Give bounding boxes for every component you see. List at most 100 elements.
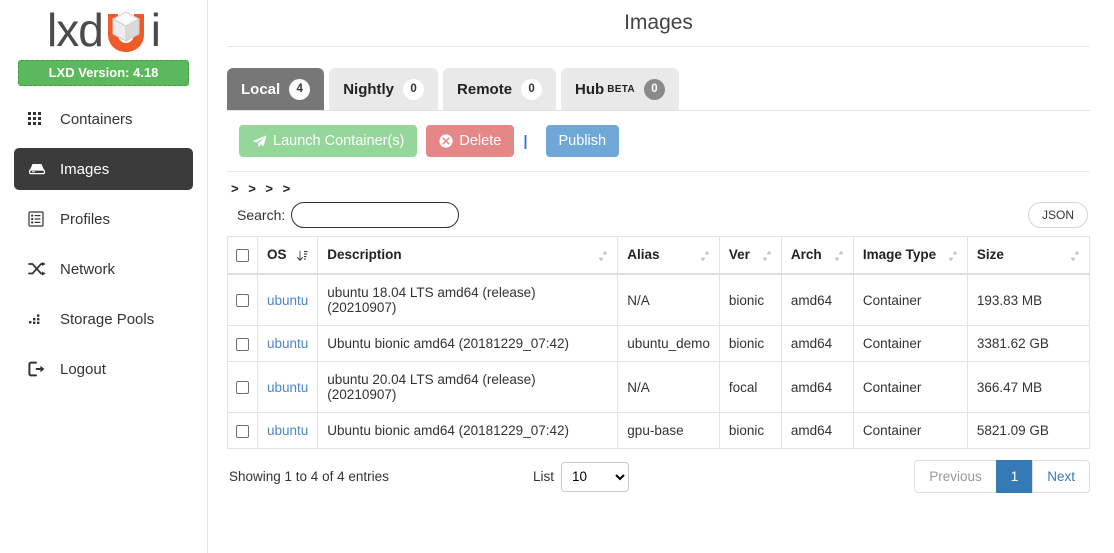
launch-containers-label: Launch Container(s) (273, 133, 405, 149)
page-length-label: List (533, 469, 555, 484)
page-header: Images (227, 0, 1090, 47)
json-export-button[interactable]: JSON (1027, 202, 1088, 228)
cell-description: Ubuntu bionic amd64 (20181229_07:42) (317, 412, 619, 449)
os-link[interactable]: ubuntu (267, 293, 308, 308)
tab-count-badge: 0 (521, 78, 543, 100)
pagination-page-1[interactable]: 1 (995, 460, 1033, 493)
row-checkbox[interactable] (236, 294, 249, 308)
sidebar-item-images[interactable]: Images (14, 148, 193, 190)
publish-label: Publish (558, 133, 607, 149)
logout-icon (28, 361, 50, 377)
cell-image-type: Container (852, 273, 968, 326)
sort-both-icon (1070, 250, 1080, 262)
sidebar-item-network[interactable]: Network (14, 248, 193, 290)
images-table: OS Description Alias Ver Arch Image Type… (227, 236, 1091, 449)
column-size[interactable]: Size (966, 236, 1091, 275)
row-select-cell[interactable] (227, 361, 258, 413)
cell-description: Ubuntu bionic amd64 (20181229_07:42) (317, 325, 619, 362)
tab-label: Nightly (343, 80, 395, 98)
os-link[interactable]: ubuntu (267, 423, 308, 438)
column-label: Ver (728, 247, 750, 262)
delete-circle-icon (439, 134, 453, 148)
cell-size: 366.47 MB (966, 361, 1091, 413)
app-logo[interactable]: lxd i (0, 0, 207, 58)
row-select-cell[interactable] (227, 273, 258, 326)
cell-alias: N/A (617, 361, 720, 413)
sidebar-nav: Containers Images Profiles Network Stora… (0, 94, 207, 390)
cell-description: ubuntu 18.04 LTS amd64 (release) (202109… (317, 273, 619, 326)
cell-arch: amd64 (780, 325, 854, 362)
sort-both-icon (948, 250, 958, 262)
delete-button[interactable]: Delete (426, 125, 515, 157)
search-label: Search: (237, 207, 286, 223)
column-label: Size (976, 247, 1004, 262)
toolbar-separator: | (523, 132, 528, 150)
column-image-type[interactable]: Image Type (852, 236, 968, 275)
page-length-select[interactable]: 10 25 50 100 (561, 461, 630, 492)
column-label: Alias (627, 247, 660, 262)
column-label: Description (327, 247, 402, 262)
cell-size: 5821.09 GB (966, 412, 1091, 449)
cell-arch: amd64 (780, 273, 854, 326)
cell-description: ubuntu 20.04 LTS amd64 (release) (202109… (317, 361, 619, 413)
row-checkbox[interactable] (236, 381, 249, 395)
entries-info: Showing 1 to 4 of 4 entries (229, 469, 389, 484)
table-row: ubuntu ubuntu 18.04 LTS amd64 (release) … (227, 273, 1091, 326)
column-select-all[interactable] (227, 236, 258, 275)
column-description[interactable]: Description (317, 236, 619, 275)
sort-both-icon (834, 250, 844, 262)
column-arch[interactable]: Arch (780, 236, 854, 275)
cell-alias: ubuntu_demo (617, 325, 720, 362)
pagination: Previous 1 Next (914, 460, 1090, 493)
lxd-version-badge: LXD Version: 4.18 (18, 60, 189, 86)
column-os[interactable]: OS (256, 236, 319, 275)
pagination-previous[interactable]: Previous (914, 460, 996, 493)
sidebar-item-logout[interactable]: Logout (14, 348, 193, 390)
launch-containers-button[interactable]: Launch Container(s) (239, 125, 418, 157)
cell-image-type: Container (852, 361, 968, 413)
row-select-cell[interactable] (227, 325, 258, 362)
sidebar: lxd i LXD Version: 4.18 Containers Image… (0, 0, 208, 553)
image-source-tabs: Local 4 Nightly 0 Remote 0 Hub BETA 0 (227, 68, 1114, 110)
os-link[interactable]: ubuntu (267, 380, 308, 395)
row-checkbox[interactable] (236, 424, 249, 438)
cell-ver: bionic (718, 412, 782, 449)
column-alias[interactable]: Alias (617, 236, 720, 275)
publish-button[interactable]: Publish (545, 125, 620, 157)
sort-both-icon (700, 250, 710, 262)
tab-hub[interactable]: Hub BETA 0 (561, 68, 679, 110)
row-select-cell[interactable] (227, 412, 258, 449)
sidebar-item-containers[interactable]: Containers (14, 98, 193, 140)
sidebar-item-storage-pools[interactable]: Storage Pools (14, 298, 193, 340)
tab-local[interactable]: Local 4 (227, 68, 325, 110)
delete-label: Delete (459, 133, 502, 149)
action-toolbar: Launch Container(s) Delete | Publish (227, 125, 1090, 157)
select-all-checkbox[interactable] (236, 248, 249, 262)
logo-text-i: i (150, 4, 161, 56)
search-input[interactable] (291, 202, 460, 228)
tab-nightly[interactable]: Nightly 0 (329, 68, 439, 110)
tab-label: Remote (457, 80, 513, 98)
os-link[interactable]: ubuntu (267, 336, 308, 351)
cell-image-type: Container (852, 325, 968, 362)
cell-alias: gpu-base (617, 412, 720, 449)
column-ver[interactable]: Ver (718, 236, 782, 275)
pagination-next[interactable]: Next (1032, 460, 1090, 493)
sidebar-item-label: Images (60, 160, 110, 178)
grid-icon (28, 111, 50, 127)
cell-size: 193.83 MB (966, 273, 1091, 326)
tab-label: Local (241, 80, 281, 98)
cell-size: 3381.62 GB (966, 325, 1091, 362)
images-table-head: OS Description Alias Ver Arch Image Type… (227, 236, 1091, 275)
breadcrumb: > > > > (231, 181, 294, 196)
row-checkbox[interactable] (236, 337, 249, 351)
sidebar-item-label: Logout (60, 360, 106, 378)
paper-plane-icon (252, 134, 267, 148)
table-row: ubuntu Ubuntu bionic amd64 (20181229_07:… (227, 325, 1091, 362)
column-label: OS (267, 247, 287, 262)
table-row: ubuntu Ubuntu bionic amd64 (20181229_07:… (227, 412, 1091, 449)
tab-remote[interactable]: Remote 0 (443, 68, 557, 110)
tab-count-badge: 4 (289, 78, 311, 100)
sidebar-item-profiles[interactable]: Profiles (14, 198, 193, 240)
table-controls: Search: JSON (227, 196, 1090, 228)
